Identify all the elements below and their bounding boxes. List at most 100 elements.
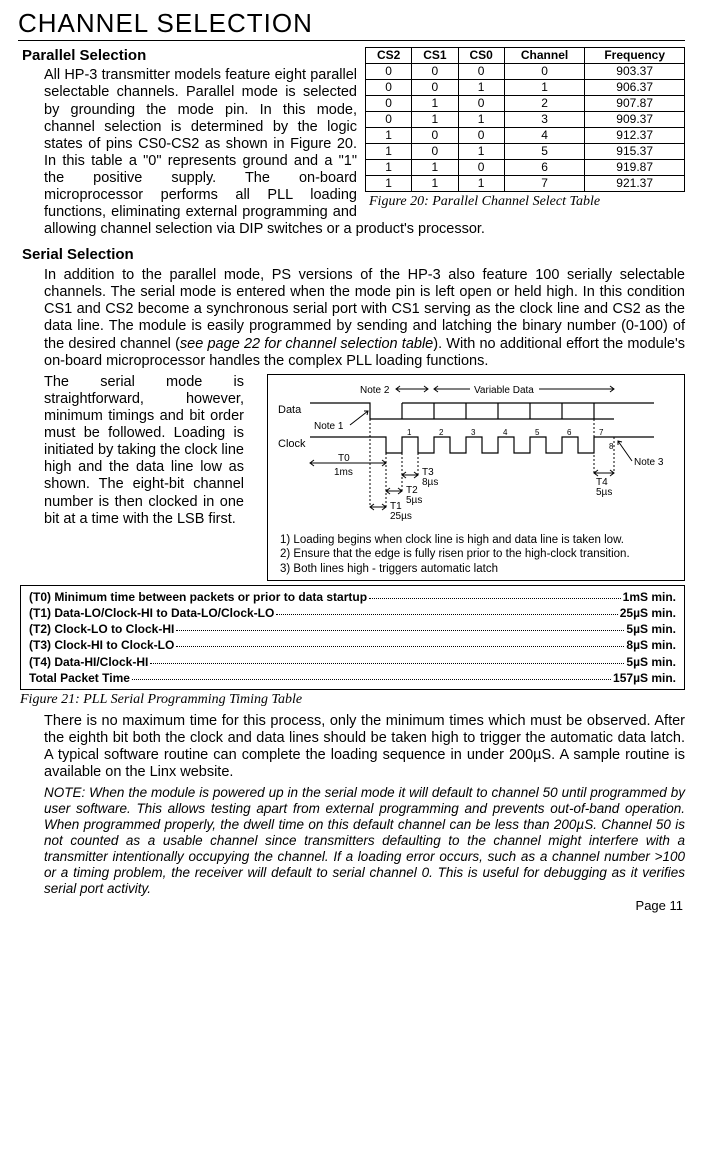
t2-value: 5µs bbox=[406, 495, 422, 506]
cell: 0 bbox=[458, 95, 504, 111]
th-cs1: CS1 bbox=[412, 47, 458, 63]
th-frequency: Frequency bbox=[585, 47, 685, 63]
cell: 0 bbox=[458, 63, 504, 79]
cell: 1 bbox=[366, 175, 412, 191]
post-timing-paragraph: There is no maximum time for this proces… bbox=[44, 713, 685, 781]
t3-row-val: 8µS min. bbox=[626, 637, 676, 653]
t3-value: 8µs bbox=[422, 477, 438, 488]
timing-note-3: 3) Both lines high - triggers automatic … bbox=[280, 562, 678, 576]
figure-21-caption: Figure 21: PLL Serial Programming Timing… bbox=[20, 692, 685, 709]
cell: 0 bbox=[458, 127, 504, 143]
svg-text:2: 2 bbox=[439, 428, 444, 437]
svg-text:1: 1 bbox=[407, 428, 412, 437]
timing-diagram: Data Note 2 Variable Data Note 1 Clock 1… bbox=[267, 374, 685, 581]
cell: 7 bbox=[504, 175, 585, 191]
cell: 1 bbox=[458, 111, 504, 127]
cell: 0 bbox=[412, 63, 458, 79]
t0-label: T0 bbox=[338, 453, 350, 464]
cell: 0 bbox=[412, 127, 458, 143]
th-cs2: CS2 bbox=[366, 47, 412, 63]
t2-row-val: 5µS min. bbox=[626, 621, 676, 637]
svg-text:8: 8 bbox=[609, 442, 614, 451]
vardata-label: Variable Data bbox=[474, 385, 534, 396]
table-row: 1004912.37 bbox=[366, 127, 685, 143]
cell: 915.37 bbox=[585, 143, 685, 159]
t0-row-label: (T0) Minimum time between packets or pri… bbox=[29, 589, 367, 605]
t4-row-label: (T4) Data-HI/Clock-HI bbox=[29, 654, 148, 670]
th-channel: Channel bbox=[504, 47, 585, 63]
cell: 0 bbox=[504, 63, 585, 79]
t1-value: 25µs bbox=[390, 511, 412, 522]
note1-label: Note 1 bbox=[314, 421, 344, 432]
channel-select-table: CS2 CS1 CS0 Channel Frequency 0000903.37… bbox=[365, 47, 685, 192]
table-row: 1106919.87 bbox=[366, 159, 685, 175]
note3-label: Note 3 bbox=[634, 457, 664, 468]
cell: 0 bbox=[366, 95, 412, 111]
cell: 1 bbox=[458, 143, 504, 159]
page-title: CHANNEL SELECTION bbox=[18, 8, 685, 41]
clock-label: Clock bbox=[278, 438, 306, 450]
cell: 5 bbox=[504, 143, 585, 159]
note2-label: Note 2 bbox=[360, 385, 390, 396]
cell: 2 bbox=[504, 95, 585, 111]
cell: 3 bbox=[504, 111, 585, 127]
cell: 1 bbox=[504, 79, 585, 95]
t0-value: 1ms bbox=[334, 467, 353, 478]
timing-values-box: (T0) Minimum time between packets or pri… bbox=[20, 585, 685, 690]
serial-p2: The serial mode is straightforward, howe… bbox=[44, 374, 244, 528]
t1-row-val: 25µS min. bbox=[620, 605, 676, 621]
t0-row-val: 1mS min. bbox=[623, 589, 676, 605]
total-row-label: Total Packet Time bbox=[29, 670, 130, 686]
table-row: 0011906.37 bbox=[366, 79, 685, 95]
cell: 921.37 bbox=[585, 175, 685, 191]
t4-value: 5µs bbox=[596, 487, 612, 498]
cell: 1 bbox=[366, 127, 412, 143]
cell: 0 bbox=[412, 79, 458, 95]
cell: 1 bbox=[366, 143, 412, 159]
data-label: Data bbox=[278, 404, 302, 416]
t1-row-label: (T1) Data-LO/Clock-HI to Data-LO/Clock-L… bbox=[29, 605, 274, 621]
svg-text:5: 5 bbox=[535, 428, 540, 437]
svg-text:7: 7 bbox=[599, 428, 604, 437]
cell: 4 bbox=[504, 127, 585, 143]
table-row: 1015915.37 bbox=[366, 143, 685, 159]
timing-note-1: 1) Loading begins when clock line is hig… bbox=[280, 533, 678, 547]
timing-note-2: 2) Ensure that the edge is fully risen p… bbox=[280, 547, 678, 561]
serial-p1-italic: see page 22 for channel selection table bbox=[180, 336, 433, 352]
svg-text:6: 6 bbox=[567, 428, 572, 437]
table-row: 0102907.87 bbox=[366, 95, 685, 111]
cell: 0 bbox=[366, 79, 412, 95]
t2-row-label: (T2) Clock-LO to Clock-HI bbox=[29, 621, 174, 637]
timing-svg: Data Note 2 Variable Data Note 1 Clock 1… bbox=[274, 379, 678, 529]
cell: 1 bbox=[366, 159, 412, 175]
cell: 903.37 bbox=[585, 63, 685, 79]
cell: 906.37 bbox=[585, 79, 685, 95]
cell: 1 bbox=[412, 95, 458, 111]
cell: 0 bbox=[366, 63, 412, 79]
total-row-val: 157µS min. bbox=[613, 670, 676, 686]
cell: 0 bbox=[458, 159, 504, 175]
t4-row-val: 5µS min. bbox=[626, 654, 676, 670]
cell: 1 bbox=[458, 175, 504, 191]
cell: 912.37 bbox=[585, 127, 685, 143]
cell: 0 bbox=[366, 111, 412, 127]
page-number: Page 11 bbox=[18, 898, 685, 913]
cell: 1 bbox=[412, 175, 458, 191]
note-paragraph: NOTE: When the module is powered up in t… bbox=[44, 785, 685, 896]
serial-heading: Serial Selection bbox=[22, 246, 685, 264]
cell: 1 bbox=[412, 159, 458, 175]
figure-20-caption: Figure 20: Parallel Channel Select Table bbox=[369, 194, 685, 211]
cell: 909.37 bbox=[585, 111, 685, 127]
cell: 1 bbox=[458, 79, 504, 95]
th-cs0: CS0 bbox=[458, 47, 504, 63]
cell: 907.87 bbox=[585, 95, 685, 111]
cell: 919.87 bbox=[585, 159, 685, 175]
table-row: 1117921.37 bbox=[366, 175, 685, 191]
svg-text:3: 3 bbox=[471, 428, 476, 437]
cell: 0 bbox=[412, 143, 458, 159]
cell: 1 bbox=[412, 111, 458, 127]
serial-p1: In addition to the parallel mode, PS ver… bbox=[44, 267, 685, 370]
table-row: 0000903.37 bbox=[366, 63, 685, 79]
svg-text:4: 4 bbox=[503, 428, 508, 437]
table-row: 0113909.37 bbox=[366, 111, 685, 127]
